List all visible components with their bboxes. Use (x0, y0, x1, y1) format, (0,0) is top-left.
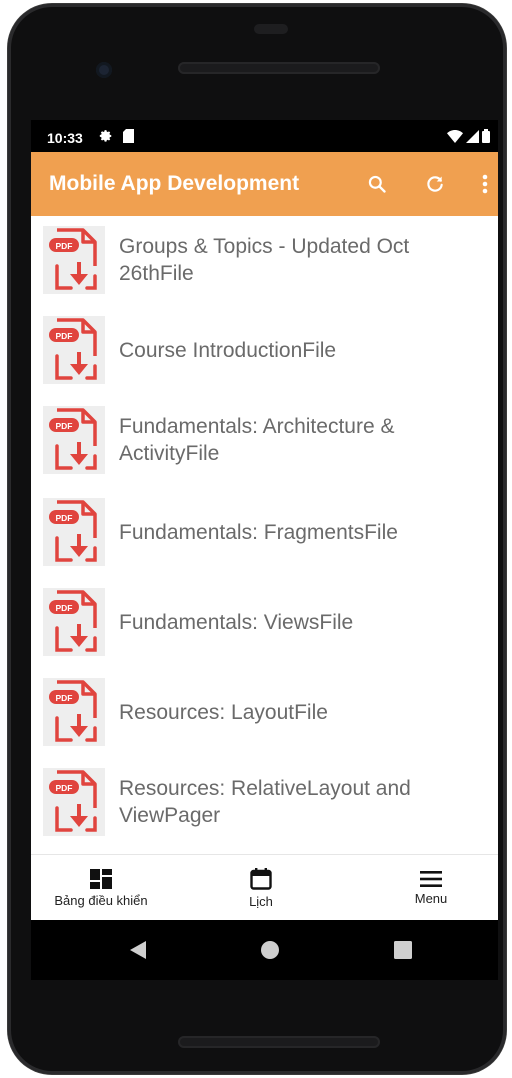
list-item[interactable]: PDF Fundamentals: Architecture & Activit… (31, 396, 498, 484)
svg-text:PDF: PDF (56, 331, 73, 341)
list-item[interactable]: PDF Fundamentals: FragmentsFile (31, 488, 498, 576)
settings-gear-icon (99, 130, 112, 142)
file-title: Fundamentals: Architecture & ActivityFil… (119, 415, 395, 465)
nav-label-dashboard: Bảng điều khiển (54, 892, 148, 908)
nav-item-menu[interactable]: Menu (391, 855, 471, 920)
svg-text:PDF: PDF (56, 603, 73, 613)
svg-text:PDF: PDF (56, 421, 73, 431)
screen: 10:33 Mobile App Development PDF Groups … (31, 120, 498, 920)
file-title: Course IntroductionFile (119, 338, 337, 362)
pdf-file-icon: PDF (43, 678, 105, 746)
file-title: Resources: LayoutFile (119, 700, 328, 724)
search-icon (368, 175, 386, 193)
pdf-file-icon: PDF (43, 588, 105, 656)
svg-text:PDF: PDF (56, 783, 73, 793)
list-item[interactable]: PDF Fundamentals: ViewsFile (31, 578, 498, 666)
pdf-file-icon: PDF (43, 406, 105, 474)
svg-text:PDF: PDF (56, 513, 73, 523)
calendar-icon (250, 867, 272, 890)
app-title: Mobile App Development (49, 172, 300, 195)
svg-text:PDF: PDF (56, 241, 73, 251)
file-title: Resources: RelativeLayout and ViewPager (119, 777, 411, 827)
dashboard-icon (90, 868, 112, 889)
home-button[interactable] (258, 938, 282, 962)
file-title: Groups & Topics - Updated Oct 26thFile (119, 235, 410, 285)
front-camera (96, 62, 112, 78)
list-item[interactable]: PDF Resources: RelativeLayout and ViewPa… (31, 758, 498, 846)
recents-square-icon (394, 941, 412, 959)
nav-item-calendar[interactable]: Lịch (221, 855, 301, 920)
top-speaker (178, 62, 380, 74)
list-item[interactable]: PDF Resources: LayoutFile (31, 668, 498, 756)
back-triangle-icon (130, 941, 146, 959)
file-title: Fundamentals: ViewsFile (119, 610, 354, 634)
list-item[interactable]: PDF Groups & Topics - Updated Oct 26thFi… (31, 216, 498, 304)
bottom-navigation: Bảng điều khiển Lịch Menu (31, 854, 498, 920)
file-list: PDF Groups & Topics - Updated Oct 26thFi… (31, 216, 498, 854)
pdf-file-icon: PDF (43, 226, 105, 294)
status-time: 10:33 (47, 130, 83, 146)
list-item[interactable]: PDF Course IntroductionFile (31, 306, 498, 394)
status-bar: 10:33 (31, 120, 498, 152)
battery-icon (482, 129, 490, 143)
search-button[interactable] (363, 170, 391, 198)
overflow-menu-button[interactable] (471, 170, 498, 198)
svg-text:PDF: PDF (56, 693, 73, 703)
pdf-file-icon: PDF (43, 768, 105, 836)
nav-label-menu: Menu (414, 890, 448, 906)
earpiece (254, 24, 288, 34)
back-button[interactable] (126, 938, 150, 962)
file-title: Fundamentals: FragmentsFile (119, 520, 398, 544)
recents-button[interactable] (391, 938, 415, 962)
more-vert-icon (482, 174, 488, 194)
app-bar: Mobile App Development (31, 152, 498, 216)
bottom-speaker (178, 1036, 380, 1048)
menu-icon (420, 870, 442, 887)
pdf-file-icon: PDF (43, 316, 105, 384)
cell-signal-icon (466, 129, 479, 143)
system-navigation-bar (31, 920, 498, 980)
refresh-icon (427, 176, 443, 192)
refresh-button[interactable] (421, 170, 449, 198)
nav-label-calendar: Lịch (249, 893, 273, 909)
home-circle-icon (261, 941, 279, 959)
nav-item-dashboard[interactable]: Bảng điều khiển (41, 855, 161, 920)
sd-card-icon (123, 129, 134, 143)
pdf-file-icon: PDF (43, 498, 105, 566)
wifi-icon (447, 129, 463, 143)
